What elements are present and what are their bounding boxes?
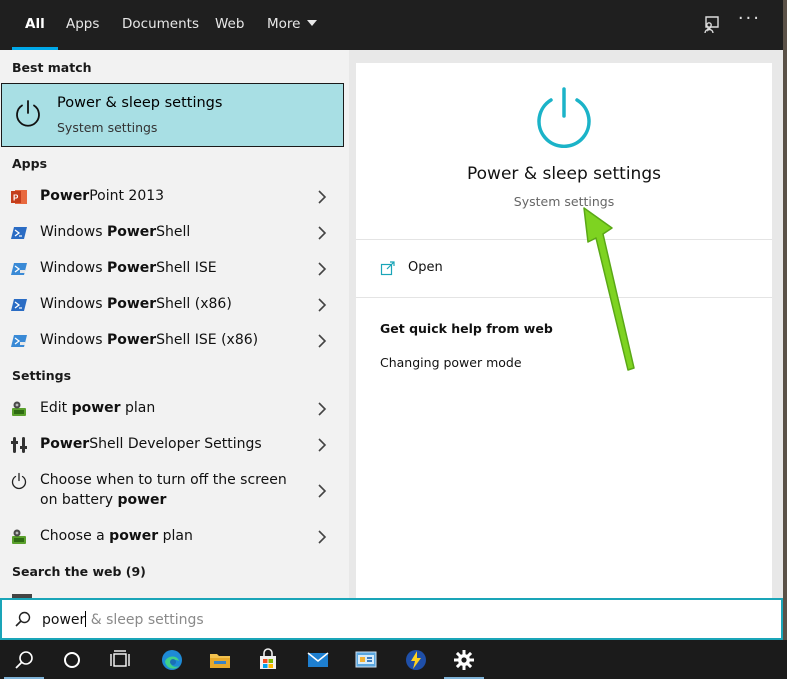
settings-icon <box>454 650 474 670</box>
tab-all[interactable]: All <box>12 0 58 50</box>
power-icon <box>16 100 40 127</box>
tab-apps-label: Apps <box>66 16 100 32</box>
search-input[interactable]: power & sleep settings <box>42 611 204 628</box>
setting-result-label: Edit power plan <box>40 400 156 416</box>
app-result-windows-powershell-ise[interactable]: Windows PowerShell ISE <box>0 251 349 287</box>
chevron-right-icon[interactable] <box>317 189 327 205</box>
power-icon <box>11 472 27 490</box>
winaero-icon <box>406 650 426 670</box>
chevron-down-icon <box>307 20 318 26</box>
setting-result-label: Choose a power plan <box>40 528 193 544</box>
app-result-label: Windows PowerShell ISE (x86) <box>40 332 259 348</box>
taskbar <box>0 640 787 679</box>
app-result-label: Windows PowerShell <box>40 224 191 240</box>
developer-settings-icon <box>11 437 27 453</box>
chevron-right-icon[interactable] <box>317 401 327 417</box>
tab-documents-label: Documents <box>122 16 199 32</box>
tab-documents[interactable]: Documents <box>122 0 199 50</box>
desktop-edge <box>783 0 787 640</box>
tab-all-label: All <box>25 16 45 32</box>
app-result-label: Windows PowerShell ISE <box>40 260 217 276</box>
tab-web-label: Web <box>215 16 245 32</box>
details-panel: Power & sleep settings System settings O… <box>349 50 783 598</box>
power-icon <box>537 87 591 148</box>
taskbar-task-view-button[interactable] <box>96 640 144 679</box>
tab-apps[interactable]: Apps <box>66 0 99 50</box>
search-filter-bar: All Apps Documents Web More ··· <box>0 0 787 50</box>
mail-icon <box>307 652 329 667</box>
taskbar-control-panel-button[interactable] <box>342 640 390 679</box>
details-subtitle: System settings <box>513 194 615 209</box>
taskbar-cortana-button[interactable] <box>48 640 96 679</box>
quick-help-link[interactable]: Changing power mode <box>380 355 522 370</box>
details-title: Power & sleep settings <box>467 164 661 184</box>
tab-more-label: More <box>267 16 301 32</box>
divider <box>356 239 772 240</box>
search-box[interactable]: power & sleep settings <box>0 598 783 640</box>
setting-result-choose-power-plan[interactable]: Choose a power plan <box>0 519 349 555</box>
taskbar-winaero-button[interactable] <box>392 640 440 679</box>
tab-web[interactable]: Web <box>215 0 244 50</box>
svg-text:P: P <box>13 194 19 203</box>
apps-header: Apps <box>12 156 48 171</box>
tab-more[interactable]: More <box>267 0 318 50</box>
taskbar-file-explorer-button[interactable] <box>196 640 244 679</box>
best-match-title: Power & sleep settings <box>57 95 223 111</box>
search-typed-text: power <box>42 612 86 628</box>
power-plan-icon <box>12 401 26 416</box>
taskbar-store-button[interactable] <box>244 640 292 679</box>
power-plan-icon <box>12 529 26 544</box>
taskbar-search-button[interactable] <box>0 640 48 679</box>
best-match-subtitle: System settings <box>57 120 158 135</box>
taskbar-mail-button[interactable] <box>294 640 342 679</box>
quick-help-header: Get quick help from web <box>380 321 553 336</box>
open-label: Open <box>408 260 443 275</box>
open-icon <box>380 261 395 276</box>
ellipsis-icon[interactable]: ··· <box>738 8 761 29</box>
best-match-result[interactable]: Power & sleep settings System settings <box>1 83 344 147</box>
chevron-right-icon[interactable] <box>317 483 327 499</box>
setting-result-label: PowerShell Developer Settings <box>40 436 262 452</box>
setting-result-label: Choose when to turn off the screen on ba… <box>40 472 287 508</box>
chevron-right-icon[interactable] <box>317 261 327 277</box>
app-result-windows-powershell-x86[interactable]: Windows PowerShell (x86) <box>0 287 349 323</box>
setting-result-edit-power-plan[interactable]: Edit power plan <box>0 391 349 427</box>
details-card: Power & sleep settings System settings O… <box>356 63 772 598</box>
powerpoint-icon: P <box>11 190 27 204</box>
task-view-icon <box>110 650 130 667</box>
powershell-icon <box>11 299 27 311</box>
search-icon <box>15 651 33 669</box>
app-result-windows-powershell[interactable]: Windows PowerShell <box>0 215 349 251</box>
setting-result-powershell-developer-settings[interactable]: PowerShell Developer Settings <box>0 427 349 463</box>
app-result-label: PowerPoint 2013 <box>40 188 165 204</box>
cortana-icon <box>64 652 80 668</box>
chevron-right-icon[interactable] <box>317 225 327 241</box>
results-list: Best match Power & sleep settings System… <box>0 50 349 598</box>
app-result-powerpoint[interactable]: P PowerPoint 2013 <box>0 179 349 215</box>
file-explorer-icon <box>210 654 230 668</box>
chevron-right-icon[interactable] <box>317 437 327 453</box>
edge-icon <box>162 650 182 670</box>
app-result-windows-powershell-ise-x86[interactable]: Windows PowerShell ISE (x86) <box>0 323 349 359</box>
chevron-right-icon[interactable] <box>317 333 327 349</box>
settings-header: Settings <box>12 368 72 383</box>
search-autocomplete-suggestion: & sleep settings <box>86 612 204 628</box>
best-match-header: Best match <box>12 60 92 75</box>
taskbar-settings-button[interactable] <box>440 640 488 679</box>
chevron-right-icon[interactable] <box>317 297 327 313</box>
feedback-icon[interactable] <box>699 13 723 37</box>
taskbar-edge-button[interactable] <box>148 640 196 679</box>
app-result-label: Windows PowerShell (x86) <box>40 296 232 312</box>
search-the-web-header[interactable]: Search the web (9) <box>12 564 146 579</box>
search-icon <box>15 611 31 627</box>
divider <box>356 297 772 298</box>
powershell-icon <box>11 227 27 239</box>
setting-result-screen-off-battery[interactable]: Choose when to turn off the screen on ba… <box>0 463 349 519</box>
control-panel-icon <box>355 651 377 668</box>
powershell-ise-icon <box>11 263 27 275</box>
powershell-ise-icon <box>11 335 27 347</box>
chevron-right-icon[interactable] <box>317 529 327 545</box>
store-icon <box>260 648 276 669</box>
